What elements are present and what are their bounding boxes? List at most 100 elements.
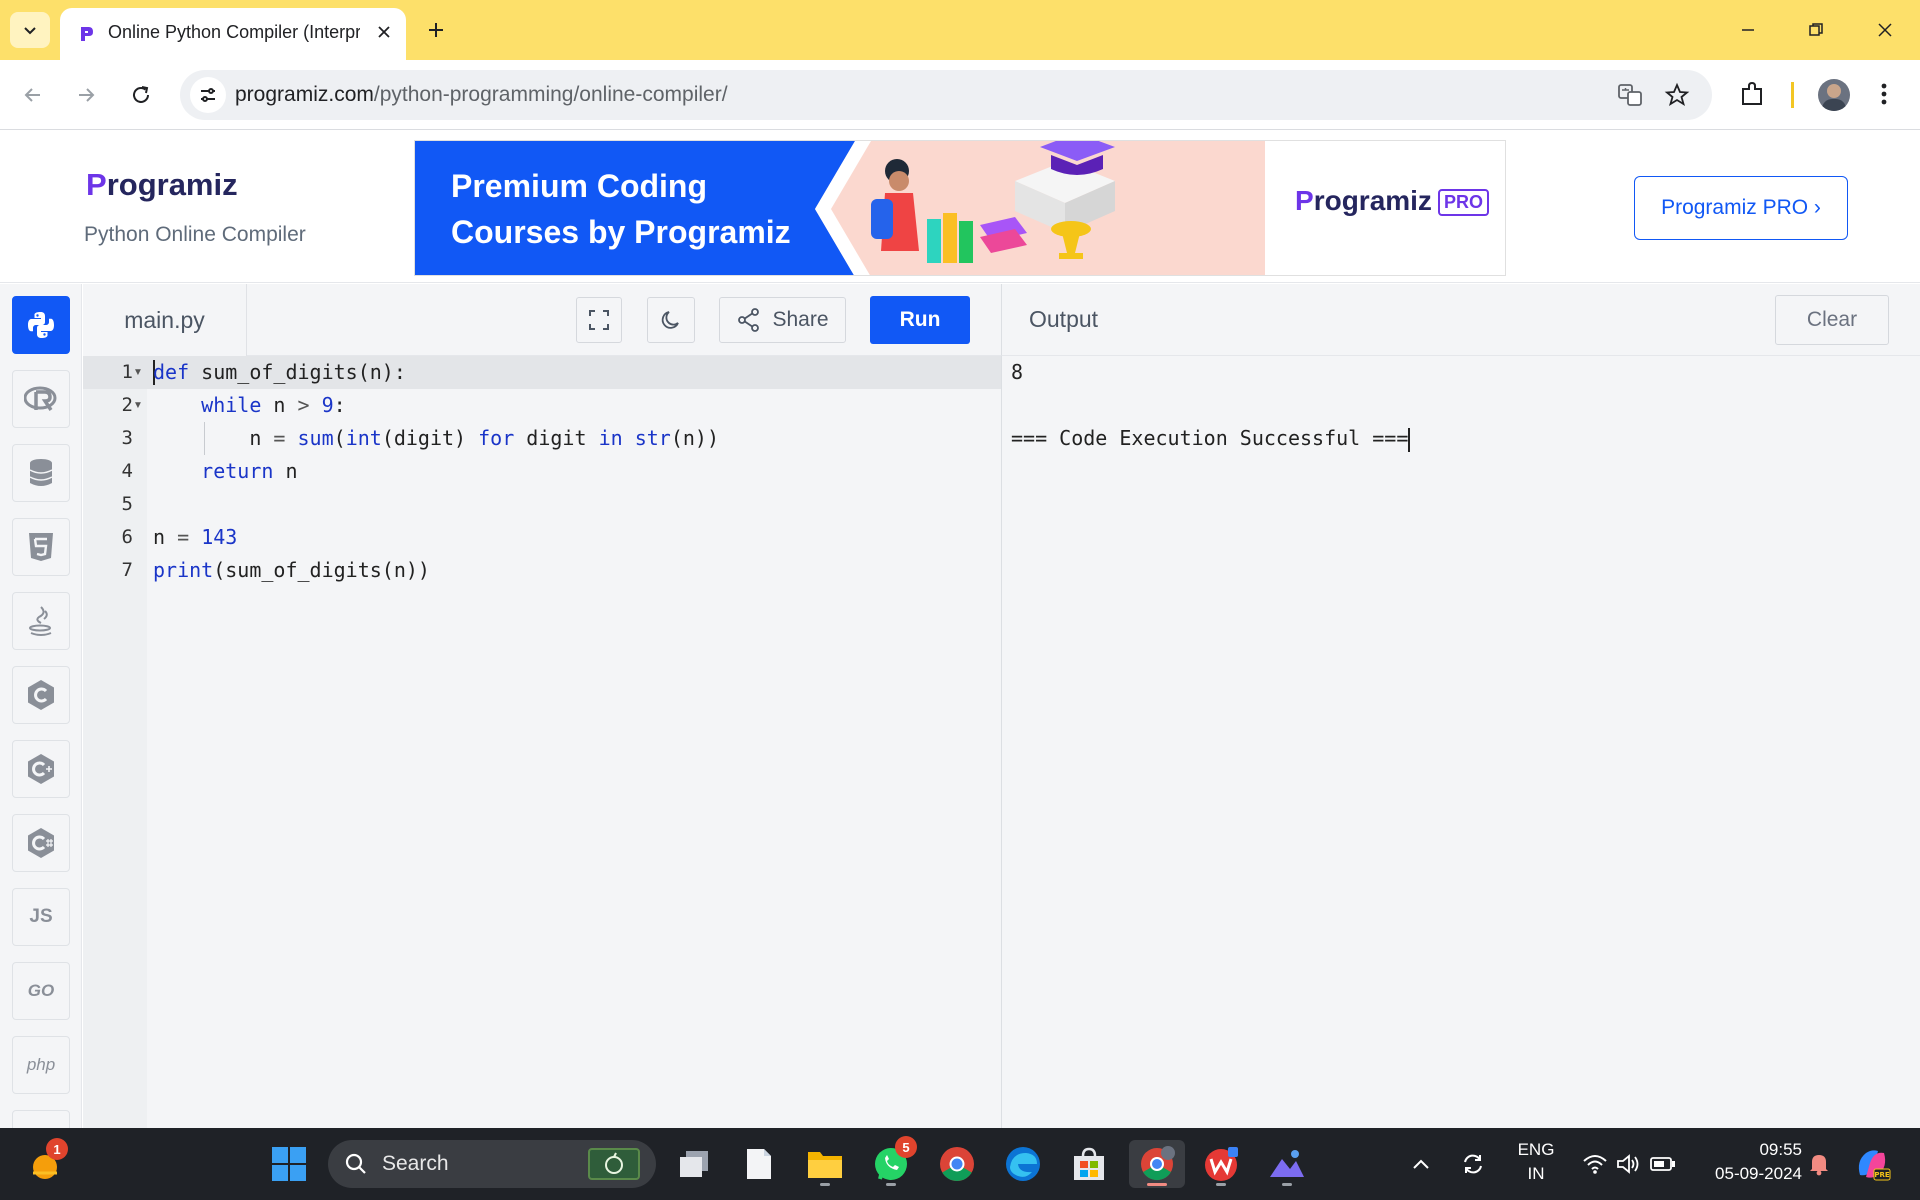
close-window-button[interactable]	[1860, 10, 1910, 50]
promo-banner[interactable]: Premium Coding Courses by Programiz Prog…	[414, 140, 1506, 276]
output-line-text: === Code Execution Successful ===	[1011, 426, 1409, 450]
notifications-button[interactable]	[1804, 1140, 1834, 1188]
kebab-menu-icon[interactable]	[1874, 80, 1894, 113]
profile-avatar[interactable]	[1818, 79, 1850, 111]
console-cursor	[1408, 427, 1411, 452]
forward-button[interactable]	[67, 76, 105, 114]
site-info-icon[interactable]	[190, 77, 226, 113]
banner-pro-logo: Programiz PRO	[1295, 185, 1489, 217]
lang-java[interactable]	[12, 592, 70, 650]
lang-go[interactable]: GO	[12, 962, 70, 1020]
active-tab[interactable]: Online Python Compiler (Interpreter)	[60, 8, 406, 60]
bookmark-star-icon[interactable]	[1664, 82, 1690, 113]
volume-tray-icon[interactable]	[1612, 1140, 1646, 1188]
tab-search-button[interactable]	[10, 12, 50, 48]
new-tab-button[interactable]	[418, 14, 454, 46]
chrome-profile-app-active[interactable]	[1129, 1140, 1185, 1188]
clock-time: 09:55	[1759, 1140, 1802, 1159]
restore-button[interactable]	[1791, 10, 1841, 50]
task-view-button[interactable]	[670, 1140, 718, 1188]
wifi-tray-icon[interactable]	[1578, 1140, 1612, 1188]
banner-headline: Premium Coding Courses by Programiz	[451, 163, 831, 255]
lang-csharp[interactable]	[12, 814, 70, 872]
lang-c[interactable]	[12, 666, 70, 724]
moon-icon	[661, 311, 679, 329]
edge-app[interactable]	[999, 1140, 1047, 1188]
lang-html[interactable]	[12, 518, 70, 576]
lang-sql[interactable]	[12, 444, 70, 502]
close-tab-icon[interactable]	[372, 20, 396, 44]
banner-pro-badge: PRO	[1437, 189, 1489, 217]
arrow-right-icon	[79, 88, 95, 102]
running-indicator	[1216, 1183, 1226, 1186]
sync-tray-icon[interactable]	[1456, 1140, 1490, 1188]
programiz-pro-button[interactable]: Programiz PRO ›	[1634, 176, 1848, 240]
file-explorer-app[interactable]	[801, 1140, 849, 1188]
translate-icon[interactable]	[1617, 82, 1643, 113]
share-label: Share	[772, 308, 829, 331]
r-lang-icon	[24, 386, 57, 411]
line-number: 2	[121, 394, 133, 416]
store-icon	[1074, 1147, 1104, 1180]
battery-icon	[1650, 1157, 1675, 1171]
copilot-button[interactable]: PRE	[1848, 1140, 1896, 1188]
fold-arrow-icon[interactable]: ▼	[133, 356, 145, 389]
back-button[interactable]	[14, 76, 52, 114]
notepad-app[interactable]	[735, 1140, 783, 1188]
output-console[interactable]: 8 === Code Execution Successful ===	[1001, 356, 1920, 1128]
url-text[interactable]: programiz.com/python-programming/online-…	[235, 83, 728, 107]
battery-tray-icon[interactable]	[1646, 1140, 1680, 1188]
file-tab-main-py[interactable]: main.py	[83, 284, 247, 356]
fullscreen-icon	[589, 310, 609, 330]
arrow-left-icon	[24, 88, 40, 102]
folder-icon	[808, 1152, 842, 1178]
dark-mode-button[interactable]	[647, 297, 695, 343]
lang-python[interactable]	[12, 296, 70, 354]
photos-app[interactable]	[1263, 1140, 1311, 1188]
wps-office-app[interactable]	[1197, 1140, 1245, 1188]
minimize-icon	[1742, 29, 1754, 31]
code-line: return n	[201, 459, 298, 483]
omnibox[interactable]: programiz.com/python-programming/online-…	[180, 70, 1712, 120]
taskbar-search[interactable]: Search	[328, 1140, 656, 1188]
show-hidden-icons-button[interactable]	[1406, 1140, 1436, 1188]
fullscreen-button[interactable]	[576, 297, 622, 343]
clear-button[interactable]: Clear	[1775, 295, 1889, 345]
line-number: 5	[121, 493, 133, 515]
search-icon	[345, 1153, 366, 1174]
language-sidebar: JS GO php	[0, 284, 82, 1128]
share-button[interactable]: Share	[719, 297, 846, 343]
run-button[interactable]: Run	[870, 296, 970, 344]
programiz-logo[interactable]: Programiz	[86, 167, 238, 203]
lang-more[interactable]	[12, 1110, 70, 1128]
line-number: 6	[121, 526, 133, 548]
fold-arrow-icon[interactable]: ▼	[133, 389, 145, 422]
lang-r[interactable]	[12, 370, 70, 428]
bell-icon	[1810, 1155, 1828, 1176]
start-button[interactable]	[265, 1140, 313, 1188]
line-number: 1	[121, 361, 133, 383]
code-editor[interactable]: 1 2 3 4 5 6 7 ▼ ▼ def sum_of_digits(n): …	[83, 356, 1001, 1128]
lang-php[interactable]: php	[12, 1036, 70, 1094]
microsoft-store-app[interactable]	[1065, 1140, 1113, 1188]
edge-icon	[1006, 1147, 1040, 1181]
code-line: n = sum(int(digit) for digit in str(n))	[153, 426, 719, 450]
whatsapp-app[interactable]: 5	[867, 1136, 917, 1188]
input-language-indicator[interactable]: ENG IN	[1508, 1138, 1564, 1186]
windows-taskbar: 1 Search 5 ENG IN 09:55 05-09-2024 PRE	[0, 1128, 1920, 1200]
banner-logo-initial: P	[1295, 185, 1314, 216]
minimize-button[interactable]	[1723, 10, 1773, 50]
logo-initial: P	[86, 167, 107, 202]
cpp-lang-icon	[28, 754, 54, 784]
widgets-button[interactable]: 1	[20, 1138, 68, 1188]
extensions-icon[interactable]	[1738, 80, 1766, 113]
lang-cpp[interactable]	[12, 740, 70, 798]
active-indicator	[1147, 1183, 1167, 1186]
lang-javascript[interactable]: JS	[12, 888, 70, 946]
url-path: /python-programming/online-compiler/	[373, 83, 728, 106]
clock[interactable]: 09:55 05-09-2024	[1692, 1138, 1802, 1186]
address-toolbar: programiz.com/python-programming/online-…	[0, 60, 1920, 130]
chrome-app[interactable]	[933, 1140, 981, 1188]
browser-tab-bar: Online Python Compiler (Interpreter)	[0, 0, 1920, 60]
reload-button[interactable]	[122, 76, 160, 114]
